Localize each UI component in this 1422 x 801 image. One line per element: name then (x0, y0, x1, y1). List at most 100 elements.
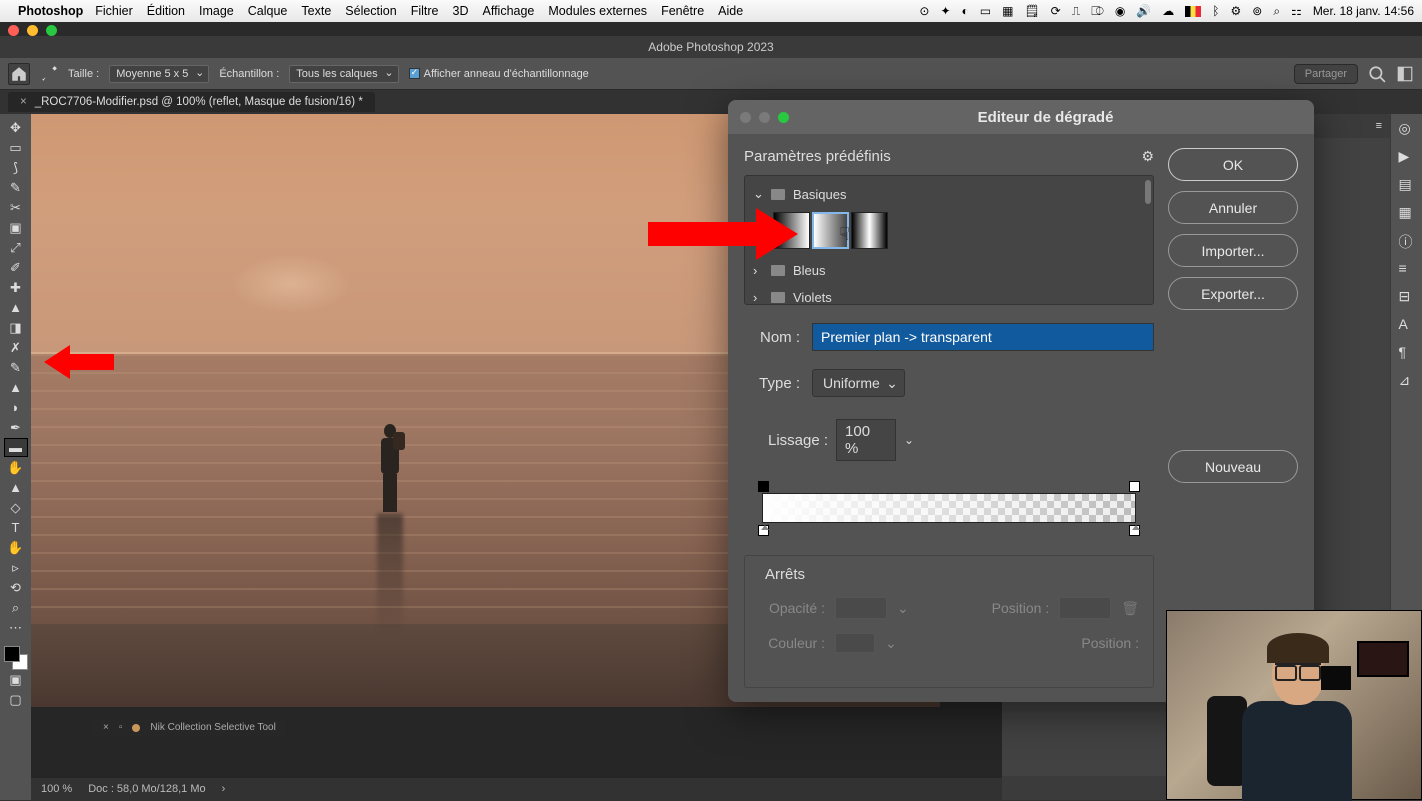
gear-icon[interactable]: ⚙ (1141, 148, 1154, 165)
share-button[interactable]: Partager (1294, 64, 1358, 84)
eyedropper-icon[interactable] (40, 65, 58, 83)
burn-tool[interactable]: ✋ (4, 458, 28, 477)
direct-select-tool[interactable]: ▹ (4, 558, 28, 577)
status-icon[interactable]: ✦ (940, 4, 950, 18)
new-button[interactable]: Nouveau (1168, 450, 1298, 483)
hand-tool[interactable]: ✋ (4, 538, 28, 557)
chevron-right-icon[interactable]: › (222, 783, 226, 795)
dodge-tool[interactable]: ◗ (4, 398, 28, 417)
status-icon[interactable]: ◉ (1115, 4, 1125, 18)
chevron-down-icon[interactable]: ⌄ (897, 600, 909, 617)
move-tool[interactable]: ✥ (4, 118, 28, 137)
status-icon[interactable]: ▦ (1002, 4, 1013, 18)
brush-tool[interactable]: ✐ (4, 258, 28, 277)
panel-icon[interactable]: ⊟ (1399, 288, 1415, 304)
trash-icon[interactable]: 🗑 (1121, 600, 1139, 617)
echantillon-select[interactable]: Tous les calques (289, 65, 398, 83)
opacity-stop-right[interactable] (1129, 481, 1140, 492)
eraser-tool[interactable]: ◨ (4, 318, 28, 337)
position-input[interactable] (1059, 597, 1111, 619)
menu-3d[interactable]: 3D (453, 4, 469, 18)
clock[interactable]: Mer. 18 janv. 14:56 (1313, 4, 1414, 18)
maximize-dialog-button[interactable] (778, 112, 789, 123)
status-icon[interactable]: ⟳ (1051, 4, 1061, 18)
preset-folder-bleus[interactable]: › Bleus (749, 257, 1149, 284)
path-tool[interactable]: ◇ (4, 498, 28, 517)
status-icon[interactable]: ⚙ (1230, 4, 1241, 18)
menu-fichier[interactable]: Fichier (95, 4, 133, 18)
maximize-window-button[interactable] (46, 25, 57, 36)
scrollbar[interactable] (1145, 180, 1151, 204)
character-icon[interactable]: A (1399, 316, 1415, 332)
dialog-titlebar[interactable]: Editeur de dégradé (728, 100, 1314, 134)
app-menu[interactable]: Photoshop (18, 4, 83, 18)
panel-icon[interactable]: ◎ (1399, 120, 1415, 136)
marquee-tool[interactable]: ▭ (4, 138, 28, 157)
status-icon[interactable]: ⎍ (1072, 4, 1080, 19)
close-tab-icon[interactable]: × (20, 96, 27, 108)
status-icon[interactable]: ⊙ (919, 4, 929, 18)
menu-modules[interactable]: Modules externes (548, 4, 647, 18)
status-icon[interactable]: 🔊 (1136, 4, 1151, 18)
panel-icon[interactable]: ▤ (1399, 176, 1415, 192)
paragraph-icon[interactable]: ¶ (1399, 344, 1415, 360)
expand-icon[interactable]: ▫ (119, 722, 123, 733)
menu-edition[interactable]: Édition (147, 4, 185, 18)
menu-affichage[interactable]: Affichage (482, 4, 534, 18)
preset-folder-basiques[interactable]: ⌄ Basiques (749, 180, 1149, 208)
minimize-dialog-button[interactable] (759, 112, 770, 123)
taille-select[interactable]: Moyenne 5 x 5 (109, 65, 209, 83)
search-icon[interactable] (1368, 65, 1386, 83)
panel-icon[interactable]: ≡ (1399, 260, 1415, 276)
presets-list[interactable]: ⌄ Basiques ☟ › Bleus › (744, 175, 1154, 305)
close-dialog-button[interactable] (740, 112, 751, 123)
workspace-icon[interactable] (1396, 65, 1414, 83)
zoom-level[interactable]: 100 % (41, 783, 72, 795)
ring-checkbox-wrap[interactable]: Afficher anneau d'échantillonnage (409, 68, 589, 80)
bluetooth-icon[interactable]: ᛒ (1212, 4, 1219, 18)
quick-select-tool[interactable]: ✎ (4, 178, 28, 197)
menu-calque[interactable]: Calque (248, 4, 288, 18)
preset-black-white-black[interactable] (851, 212, 888, 249)
control-center-icon[interactable]: ⚏ (1291, 4, 1302, 18)
color-swatch-input[interactable] (835, 633, 875, 653)
menu-selection[interactable]: Sélection (345, 4, 396, 18)
import-button[interactable]: Importer... (1168, 234, 1298, 267)
cancel-button[interactable]: Annuler (1168, 191, 1298, 224)
color-stop-left[interactable] (758, 525, 769, 536)
rotate-tool[interactable]: ⟲ (4, 578, 28, 597)
menu-image[interactable]: Image (199, 4, 234, 18)
chevron-down-icon[interactable]: ⌄ (885, 635, 897, 652)
info-icon[interactable]: ⓘ (1399, 232, 1415, 248)
pen-tool[interactable]: ✒ (4, 418, 28, 437)
opacity-stop-left[interactable] (758, 481, 769, 492)
eyedropper-tool[interactable]: ⤢ (4, 238, 28, 257)
home-button[interactable] (8, 63, 30, 85)
clone-tool[interactable]: ▲ (4, 298, 28, 317)
status-icon[interactable]: 🗒 (1024, 4, 1039, 18)
type-select[interactable]: Uniforme (812, 369, 905, 397)
more-tools[interactable]: ⋯ (4, 618, 28, 637)
status-icon[interactable]: ☁ (1162, 4, 1174, 18)
export-button[interactable]: Exporter... (1168, 277, 1298, 310)
lasso-tool[interactable]: ⟆ (4, 158, 28, 177)
adjustments-icon[interactable]: ⊿ (1399, 372, 1415, 388)
swatches-icon[interactable]: ▦ (1399, 204, 1415, 220)
quick-mask-button[interactable]: ▣ (4, 670, 28, 689)
status-icon[interactable]: ⎄ (1091, 4, 1104, 19)
menu-texte[interactable]: Texte (301, 4, 331, 18)
zoom-tool[interactable]: ⌕ (4, 598, 28, 617)
status-icon[interactable]: ▭ (980, 4, 991, 18)
gradient-bar[interactable] (762, 493, 1136, 523)
gradient-tool[interactable]: ▬ (4, 438, 28, 457)
doc-size[interactable]: Doc : 58,0 Mo/128,1 Mo (88, 783, 205, 795)
gradient-ramp[interactable] (744, 471, 1154, 541)
menu-fenetre[interactable]: Fenêtre (661, 4, 704, 18)
flag-icon[interactable] (1185, 6, 1201, 17)
close-icon[interactable]: × (103, 722, 109, 733)
nik-collection-toolbar[interactable]: × ▫ Nik Collection Selective Tool (93, 719, 286, 736)
close-window-button[interactable] (8, 25, 19, 36)
pencil-tool[interactable]: ✎ (4, 358, 28, 377)
document-tab[interactable]: × _ROC7706-Modifier.psd @ 100% (reflet, … (8, 92, 375, 112)
name-input[interactable]: Premier plan -> transparent (812, 323, 1154, 351)
